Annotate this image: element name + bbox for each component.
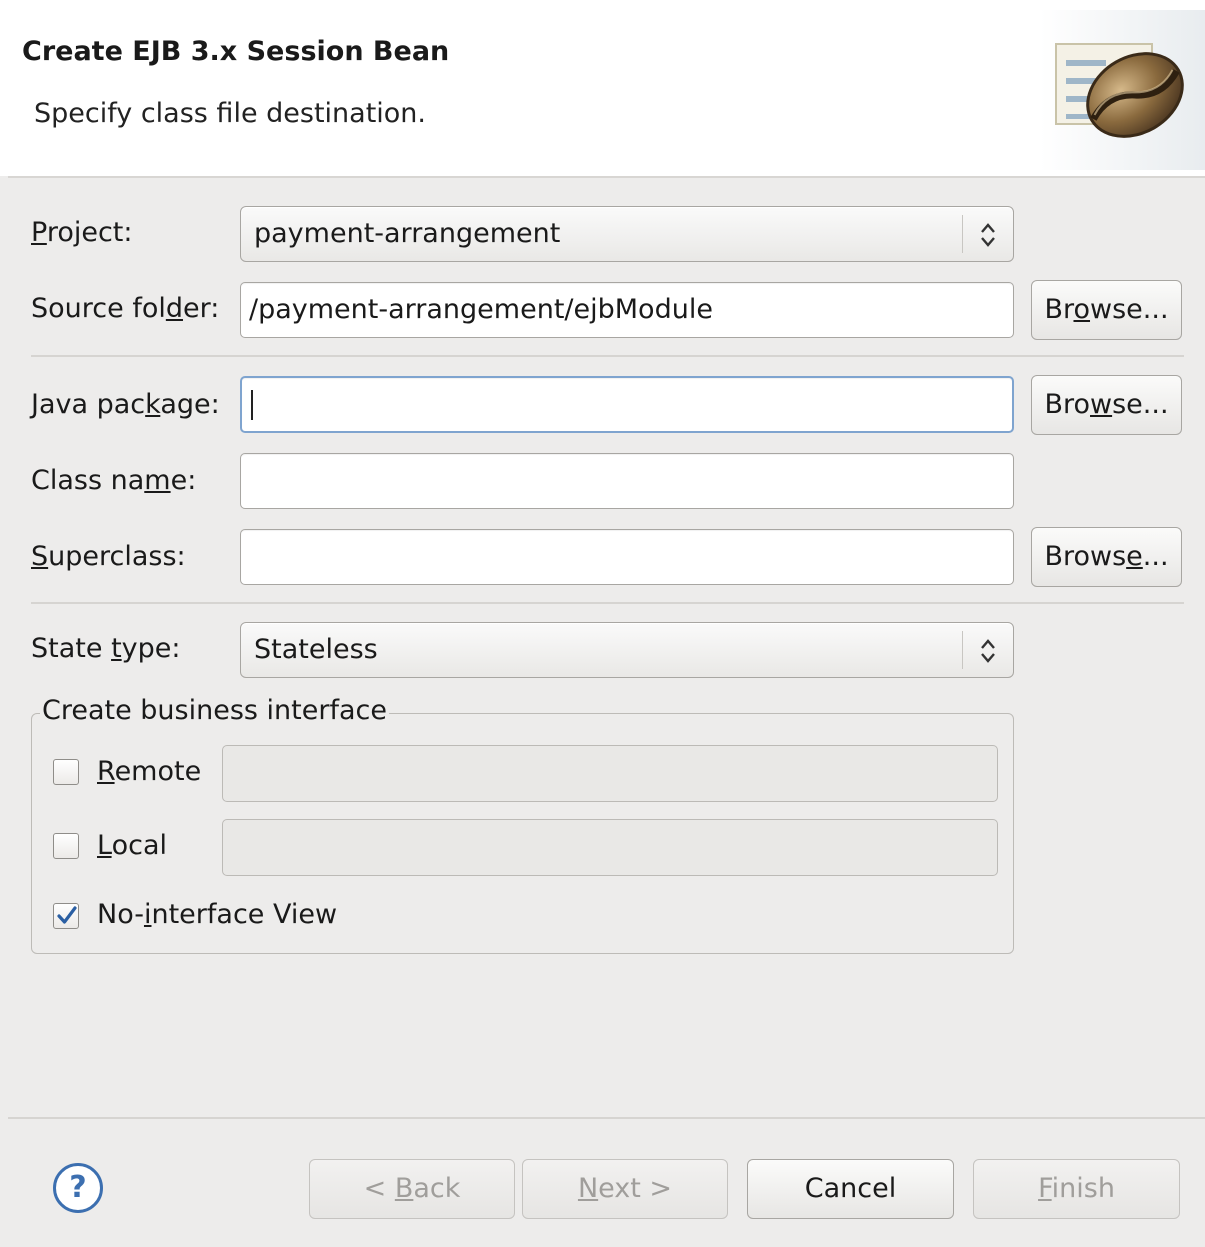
coffee-bean-wizard-icon	[1040, 10, 1205, 170]
banner-separator	[8, 176, 1205, 178]
superclass-input[interactable]	[240, 529, 1014, 585]
remote-interface-input	[222, 745, 998, 802]
local-interface-input	[222, 819, 998, 876]
combo-divider	[962, 215, 963, 253]
updown-arrow-icon	[981, 223, 995, 247]
remote-label: Remote	[97, 756, 202, 787]
no-interface-view-checkbox[interactable]	[53, 903, 79, 929]
source-folder-input[interactable]: /payment-arrangement/ejbModule	[240, 282, 1014, 338]
state-type-combo[interactable]: Stateless	[240, 622, 1014, 678]
separator	[31, 355, 1184, 357]
cancel-button[interactable]: Cancel	[747, 1159, 954, 1219]
finish-button[interactable]: Finish	[973, 1159, 1180, 1219]
text-caret	[251, 390, 253, 420]
project-label: Project:	[31, 217, 133, 248]
local-checkbox[interactable]	[53, 833, 79, 859]
java-package-input[interactable]	[240, 376, 1014, 433]
footer-separator	[8, 1117, 1205, 1119]
superclass-browse-button[interactable]: Browse...	[1031, 527, 1182, 587]
class-name-label: Class name:	[31, 465, 197, 496]
class-name-input[interactable]	[240, 453, 1014, 509]
combo-divider	[962, 631, 963, 669]
no-interface-view-label: No-interface View	[97, 899, 338, 930]
checkmark-icon	[57, 906, 77, 924]
updown-arrow-icon	[981, 639, 995, 663]
project-combo-value: payment-arrangement	[254, 218, 561, 249]
wizard-banner	[0, 0, 1205, 176]
java-package-label: Java package:	[31, 389, 220, 420]
local-label: Local	[97, 830, 167, 861]
project-combo[interactable]: payment-arrangement	[240, 206, 1014, 262]
state-type-label: State type:	[31, 633, 181, 664]
java-package-browse-button[interactable]: Browse...	[1031, 375, 1182, 435]
back-button[interactable]: < Back	[309, 1159, 515, 1219]
separator	[31, 602, 1184, 604]
wizard-subtitle: Specify class file destination.	[34, 98, 427, 129]
source-folder-value: /payment-arrangement/ejbModule	[249, 294, 713, 325]
help-icon[interactable]: ?	[53, 1163, 103, 1213]
remote-checkbox[interactable]	[53, 759, 79, 785]
state-type-combo-value: Stateless	[254, 634, 378, 665]
superclass-label: Superclass:	[31, 541, 186, 572]
wizard-title: Create EJB 3.x Session Bean	[22, 36, 450, 67]
business-interface-group-label: Create business interface	[40, 694, 389, 728]
source-folder-browse-button[interactable]: Browse...	[1031, 280, 1182, 340]
next-button[interactable]: Next >	[522, 1159, 728, 1219]
source-folder-label: Source folder:	[31, 293, 220, 324]
